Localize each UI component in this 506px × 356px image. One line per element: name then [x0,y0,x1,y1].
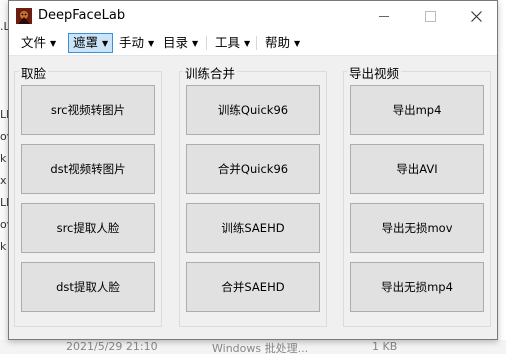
title-bar[interactable]: DeepFaceLab [9,1,497,31]
train-saehd-button[interactable]: 训练SAEHD [186,203,320,253]
menu-file[interactable]: 文件 ▼ [17,33,60,53]
menu-label: 工具 [215,35,241,50]
menu-directory[interactable]: 目录 ▼ [159,33,202,53]
dst-extract-faces-button[interactable]: dst提取人脸 [21,262,155,312]
menu-mask[interactable]: 遮罩 ▼ [68,33,114,53]
caret-down-icon: ▼ [102,38,109,48]
merge-quick96-button[interactable]: 合并Quick96 [186,144,320,194]
caret-down-icon: ▼ [192,38,199,48]
caret-down-icon: ▼ [294,38,301,48]
export-lossless-mp4-button[interactable]: 导出无损mp4 [350,262,484,312]
minimize-icon [379,15,389,17]
src-video-to-images-button[interactable]: src视频转图片 [21,85,155,135]
menu-label: 手动 [119,35,145,50]
maximize-icon [424,10,436,22]
group-title-extract-faces: 取脸 [19,63,49,82]
menu-label: 遮罩 [73,35,99,50]
window-title: DeepFaceLab [38,8,126,23]
export-lossless-mov-button[interactable]: 导出无损mov [350,203,484,253]
menu-help[interactable]: 帮助 ▼ [261,33,304,53]
caret-down-icon: ▼ [50,38,57,48]
src-extract-faces-button[interactable]: src提取人脸 [21,203,155,253]
minimize-button[interactable] [361,1,407,31]
caret-down-icon: ▼ [244,38,251,48]
bg-fragment: x [0,174,7,187]
menu-separator [256,36,257,50]
close-icon [470,10,482,22]
menu-bar: 文件 ▼ 遮罩 ▼ 手动 ▼ 目录 ▼ 工具 ▼ 帮助 ▼ [9,31,497,56]
group-title-export-video: 导出视频 [347,63,402,82]
maximize-button[interactable] [407,1,453,31]
background-explorer-edge: .L Lb ov k x Lb ov k t [0,0,13,354]
bg-fragment: k [0,240,7,253]
menu-separator [206,36,207,50]
merge-saehd-button[interactable]: 合并SAEHD [186,262,320,312]
group-title-train-merge: 训练合并 [183,63,238,82]
close-button[interactable] [453,1,499,31]
menu-label: 目录 [163,35,189,50]
bg-fragment: k [0,152,7,165]
caret-down-icon: ▼ [148,38,155,48]
background-file-row: 2021/5/29 21:10 Windows 批处理... 1 KB [0,340,506,355]
dst-video-to-images-button[interactable]: dst视频转图片 [21,144,155,194]
bg-file-size: 1 KB [372,340,398,353]
train-quick96-button[interactable]: 训练Quick96 [186,85,320,135]
app-logo-icon [16,8,32,24]
menu-label: 文件 [21,35,47,50]
export-mp4-button[interactable]: 导出mp4 [350,85,484,135]
export-avi-button[interactable]: 导出AVI [350,144,484,194]
menu-tools[interactable]: 工具 ▼ [211,33,254,53]
bg-file-date: 2021/5/29 21:10 [66,340,158,353]
app-window: DeepFaceLab 文件 ▼ 遮罩 ▼ 手动 ▼ 目录 ▼ 工具 ▼ 帮助 ▼ 取脸 s… [8,0,498,340]
menu-manual[interactable]: 手动 ▼ [115,33,158,53]
menu-label: 帮助 [265,35,291,50]
